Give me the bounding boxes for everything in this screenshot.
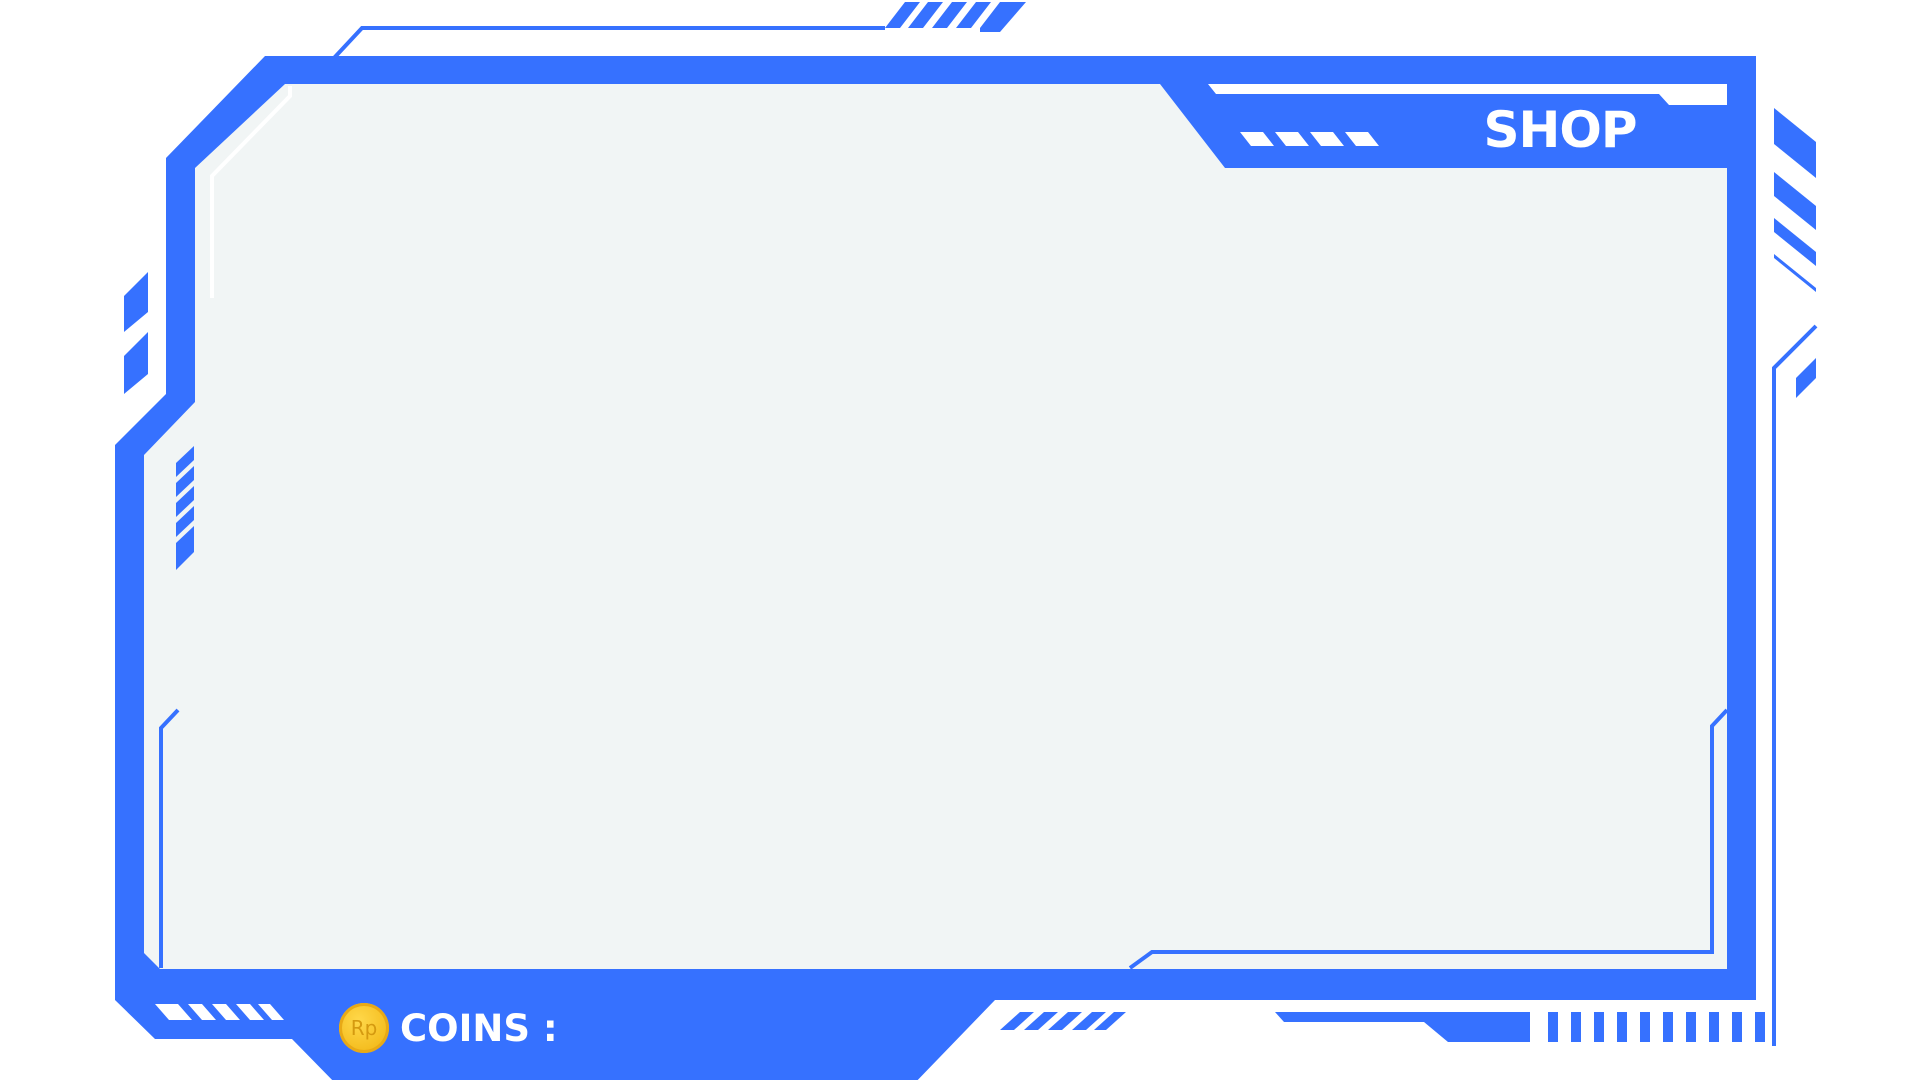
rupiah-coin-icon: Rp [339,1003,389,1053]
right-outline [1772,324,1818,1046]
coins-label: COINS : [400,1007,558,1050]
bottom-right-ticks [1548,1012,1765,1042]
top-stripes [885,2,1026,32]
top-outline [332,26,885,60]
coin-symbol: Rp [350,1016,378,1040]
right-bars [1774,108,1816,398]
shop-title: SHOP [1483,101,1637,159]
bottom-middle-stripes [1000,1012,1126,1030]
left-bars [124,272,148,394]
content-panel [144,84,1727,969]
bottom-right-bar [1275,1012,1530,1042]
shop-frame [115,2,1818,1080]
